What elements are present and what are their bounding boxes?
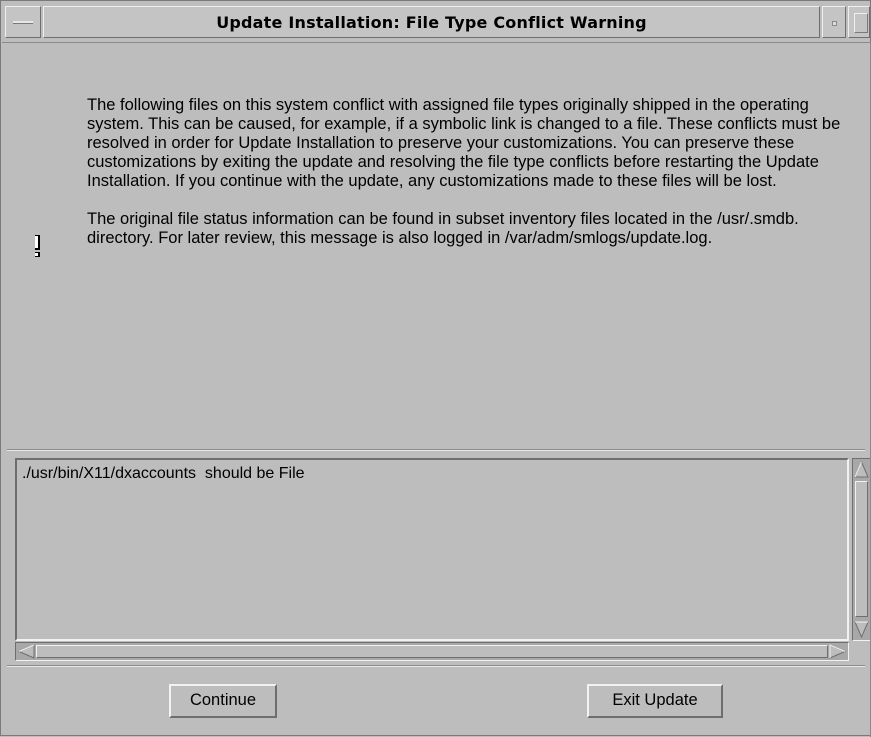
- continue-button[interactable]: Continue: [169, 684, 277, 718]
- horizontal-scrollbar[interactable]: [15, 642, 849, 661]
- list-item[interactable]: ./usr/bin/X11/dxaccounts should be File: [22, 465, 305, 483]
- maximize-button[interactable]: [848, 6, 870, 38]
- window-menu-icon: [13, 21, 33, 24]
- scroll-down-arrow-icon[interactable]: [854, 621, 869, 638]
- separator: [7, 665, 865, 667]
- dialog-window: Update Installation: File Type Conflict …: [0, 0, 871, 737]
- exclamation-icon: [35, 235, 40, 257]
- vertical-scroll-thumb[interactable]: [855, 481, 868, 617]
- message-text: The following files on this system confl…: [87, 96, 857, 248]
- separator: [7, 449, 865, 451]
- horizontal-scroll-thumb[interactable]: [36, 645, 828, 658]
- exit-update-button[interactable]: Exit Update: [587, 684, 723, 718]
- minimize-icon: [832, 21, 837, 26]
- title-area[interactable]: Update Installation: File Type Conflict …: [43, 6, 820, 38]
- window-menu-button[interactable]: [5, 6, 41, 38]
- title-bar[interactable]: Update Installation: File Type Conflict …: [2, 2, 870, 43]
- scroll-left-arrow-icon[interactable]: [18, 644, 35, 659]
- scroll-right-arrow-icon[interactable]: [829, 644, 846, 659]
- message-paragraph-1: The following files on this system confl…: [87, 96, 841, 190]
- message-paragraph-2: The original file status information can…: [87, 210, 799, 247]
- conflict-list[interactable]: ./usr/bin/X11/dxaccounts should be File: [15, 458, 849, 641]
- vertical-scrollbar[interactable]: [852, 458, 871, 641]
- scroll-up-arrow-icon[interactable]: [854, 461, 869, 478]
- maximize-icon: [854, 13, 868, 33]
- window-title: Update Installation: File Type Conflict …: [216, 13, 647, 32]
- minimize-button[interactable]: [822, 6, 846, 38]
